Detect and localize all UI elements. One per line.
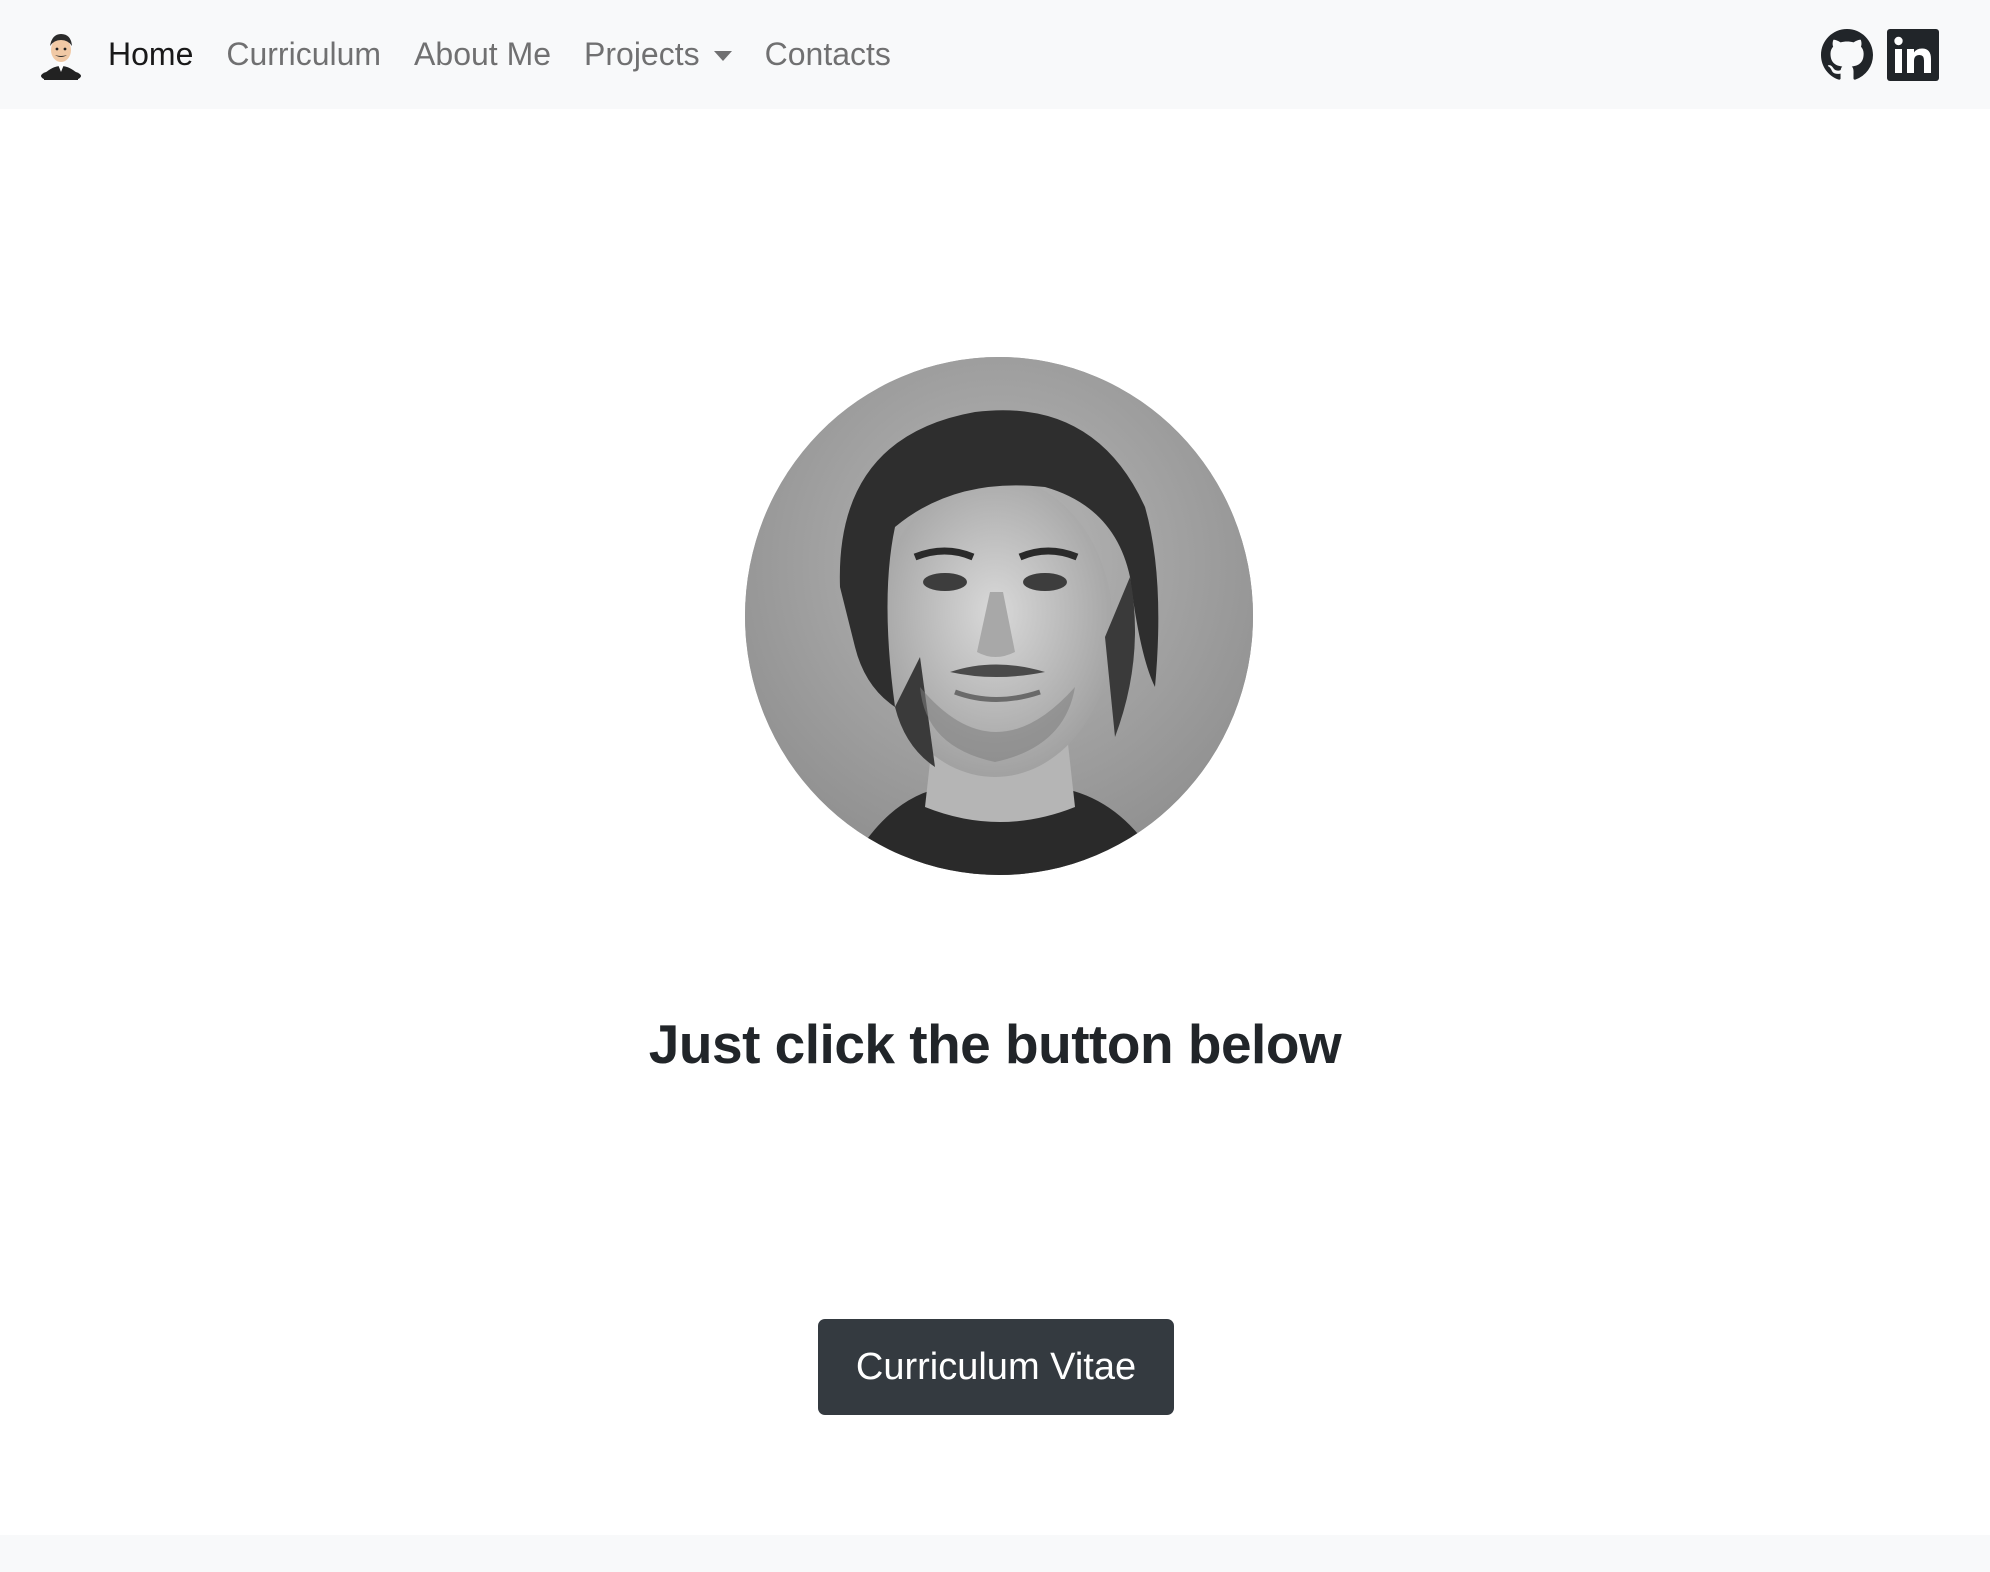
profile-photo bbox=[745, 357, 1253, 875]
caret-down-icon bbox=[713, 50, 732, 61]
nav-item-contacts[interactable]: Contacts bbox=[765, 36, 891, 73]
brand-logo-icon[interactable] bbox=[38, 28, 84, 82]
nav-item-curriculum[interactable]: Curriculum bbox=[226, 36, 381, 73]
github-icon[interactable] bbox=[1821, 29, 1873, 81]
curriculum-vitae-button[interactable]: Curriculum Vitae bbox=[818, 1319, 1174, 1415]
nav-links: Home Curriculum About Me Projects Contac… bbox=[108, 0, 924, 109]
nav-item-home[interactable]: Home bbox=[108, 36, 193, 73]
hero-headline: Just click the button below bbox=[648, 1013, 1342, 1075]
footer bbox=[0, 1535, 1990, 1572]
nav-item-about-me[interactable]: About Me bbox=[414, 36, 551, 73]
nav-item-projects-label: Projects bbox=[584, 36, 700, 72]
top-navbar: Home Curriculum About Me Projects Contac… bbox=[0, 0, 1990, 109]
nav-item-projects-dropdown[interactable]: Projects bbox=[584, 36, 732, 73]
linkedin-icon[interactable] bbox=[1887, 29, 1939, 81]
